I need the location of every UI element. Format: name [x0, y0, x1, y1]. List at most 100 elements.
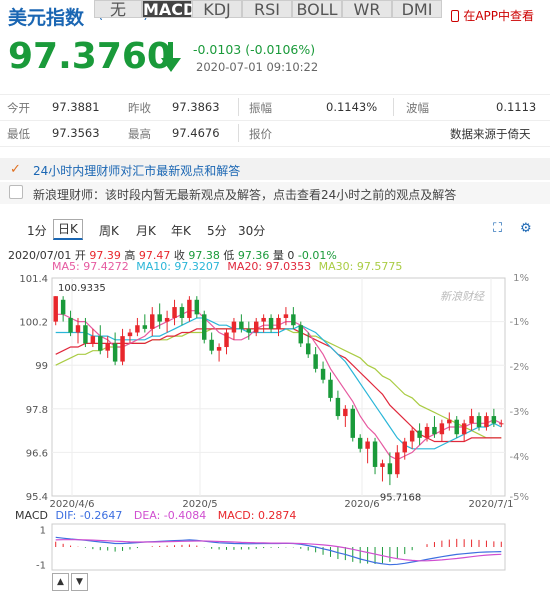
candle-body	[246, 328, 252, 333]
low-value: 97.3563	[52, 126, 100, 140]
candle-body	[491, 416, 497, 424]
macd-dea-label: DEA: -0.4084	[133, 509, 207, 522]
change-value: -0.0103	[193, 42, 242, 57]
price-change: -0.0103 (-0.0106%)	[193, 42, 315, 57]
candle-body	[231, 321, 237, 333]
y-tick-label: 97.8	[26, 405, 48, 416]
candle-body	[120, 336, 125, 362]
candle-body	[224, 332, 229, 348]
x-tick-label: 2020/5	[182, 499, 217, 508]
tab-30min[interactable]: 30分	[238, 222, 265, 239]
candle-body	[75, 325, 81, 333]
candle-body	[476, 416, 482, 427]
avatar	[9, 185, 23, 199]
tab-wr[interactable]: WR	[342, 0, 392, 19]
tab-kdj[interactable]: KDJ	[192, 0, 242, 19]
macd-legend: MACD DIF: -0.2647 DEA: -0.4084 MACD: 0.2…	[15, 509, 296, 522]
candle-body	[402, 441, 407, 453]
macd-value-label: MACD: 0.2874	[217, 509, 297, 522]
y-tick-label: 101.4	[19, 274, 48, 285]
quote-source-value: 数据来源于倚天	[450, 127, 531, 141]
tab-monthly[interactable]: 月K	[136, 222, 156, 239]
tab-weekly[interactable]: 周K	[99, 222, 119, 239]
candle-body	[343, 408, 348, 417]
candle-body	[380, 463, 385, 467]
tab-yearly[interactable]: 年K	[171, 222, 191, 239]
kline-chart[interactable]: 101.4100.29997.896.695.41%-1%-2%-3%-4%-5…	[0, 268, 550, 508]
tab-boll[interactable]: BOLL	[292, 0, 342, 19]
candle-body	[372, 441, 378, 467]
tab-daily[interactable]: 日K	[53, 219, 83, 240]
open-value: 97.3881	[52, 100, 100, 114]
candle-body	[432, 426, 437, 435]
candle-body	[179, 307, 185, 318]
candle-body	[395, 452, 400, 475]
checkmark-icon: ✓	[10, 162, 21, 177]
open-label: 今开	[7, 101, 30, 115]
watermark: 新浪财经	[440, 290, 485, 303]
candle-body	[105, 343, 110, 351]
tab-rsi[interactable]: RSI	[242, 0, 292, 19]
candle-body	[313, 354, 318, 369]
stats-panel: 今开 97.3881 昨收 97.3863 振幅 0.1143% 波幅 0.11…	[0, 94, 550, 147]
divider	[238, 124, 239, 142]
tab-5min[interactable]: 5分	[207, 222, 227, 239]
candle-body	[350, 408, 355, 438]
last-price: 97.3760	[8, 36, 172, 77]
advisor-headline: 24小时内理财师对汇市最新观点和解答	[33, 164, 241, 178]
amplitude-label: 振幅	[249, 101, 272, 115]
advisor-headline-bar[interactable]: ✓ 24小时内理财师对汇市最新观点和解答	[0, 158, 550, 180]
open-in-app-link[interactable]: 在APP中查看	[451, 7, 534, 24]
range-value: 0.1113	[496, 100, 537, 114]
prev-close-label: 昨收	[128, 101, 151, 115]
instrument-name: 美元指数	[8, 7, 85, 29]
pct-tick-label: -1%	[510, 317, 529, 328]
candle-body	[164, 317, 170, 322]
y-tick-label: 95.4	[26, 492, 48, 503]
low-label: 最低	[7, 127, 30, 141]
candle-body	[142, 325, 148, 329]
settings-icon[interactable]: ⚙	[520, 221, 532, 236]
candle-body	[387, 463, 393, 475]
tab-1min[interactable]: 1分	[27, 222, 47, 239]
candle-body	[172, 307, 177, 318]
scroll-left-button[interactable]: ▲	[52, 573, 69, 591]
advisor-notice-bar[interactable]: 新浪理财师：该时段内暂无最新观点及解答，点击查看24小时之前的观点及解答	[0, 182, 550, 204]
candle-body	[209, 339, 214, 351]
candle-body	[424, 426, 430, 438]
stats-row: 最低 97.3563 最高 97.4676 报价 数据来源于倚天	[0, 121, 550, 147]
fullscreen-icon[interactable]: ⛶	[493, 221, 502, 236]
candle-body	[202, 314, 207, 340]
candle-body	[239, 321, 244, 329]
candle-body	[90, 336, 96, 344]
min-price-label: 95.7168	[380, 492, 421, 503]
tab-macd[interactable]: MACD	[142, 0, 196, 19]
tab-dmi[interactable]: DMI	[392, 0, 442, 19]
period-tabs: 1分 日K 周K 月K 年K 5分 30分 ⛶ ⚙	[0, 218, 550, 240]
candle-body	[469, 416, 474, 424]
macd-chart[interactable]: 1 -1	[0, 522, 550, 572]
open-in-app-label: 在APP中查看	[463, 9, 534, 23]
candle-body	[150, 314, 155, 329]
candle-body	[328, 379, 333, 398]
y-tick-label: 96.6	[26, 448, 48, 459]
candle-body	[357, 437, 363, 449]
divider	[238, 98, 239, 116]
max-price-label: 100.9335	[58, 283, 106, 294]
candle-body	[409, 430, 415, 442]
candle-body	[83, 325, 88, 344]
candle-body	[484, 416, 489, 427]
scroll-right-button[interactable]: ▼	[71, 573, 88, 591]
candle-body	[68, 317, 73, 333]
candle-body	[187, 299, 192, 318]
candle-body	[268, 317, 274, 329]
high-label: 最高	[128, 127, 151, 141]
plot-frame	[51, 277, 506, 497]
y-tick-label: 100.2	[19, 318, 48, 329]
candle-body	[439, 423, 445, 435]
candle-body	[335, 397, 341, 417]
candle-body	[60, 299, 66, 315]
macd-dif-label: DIF: -0.2647	[55, 509, 123, 522]
candle-body	[417, 430, 422, 438]
tab-none[interactable]: 无	[94, 0, 142, 19]
